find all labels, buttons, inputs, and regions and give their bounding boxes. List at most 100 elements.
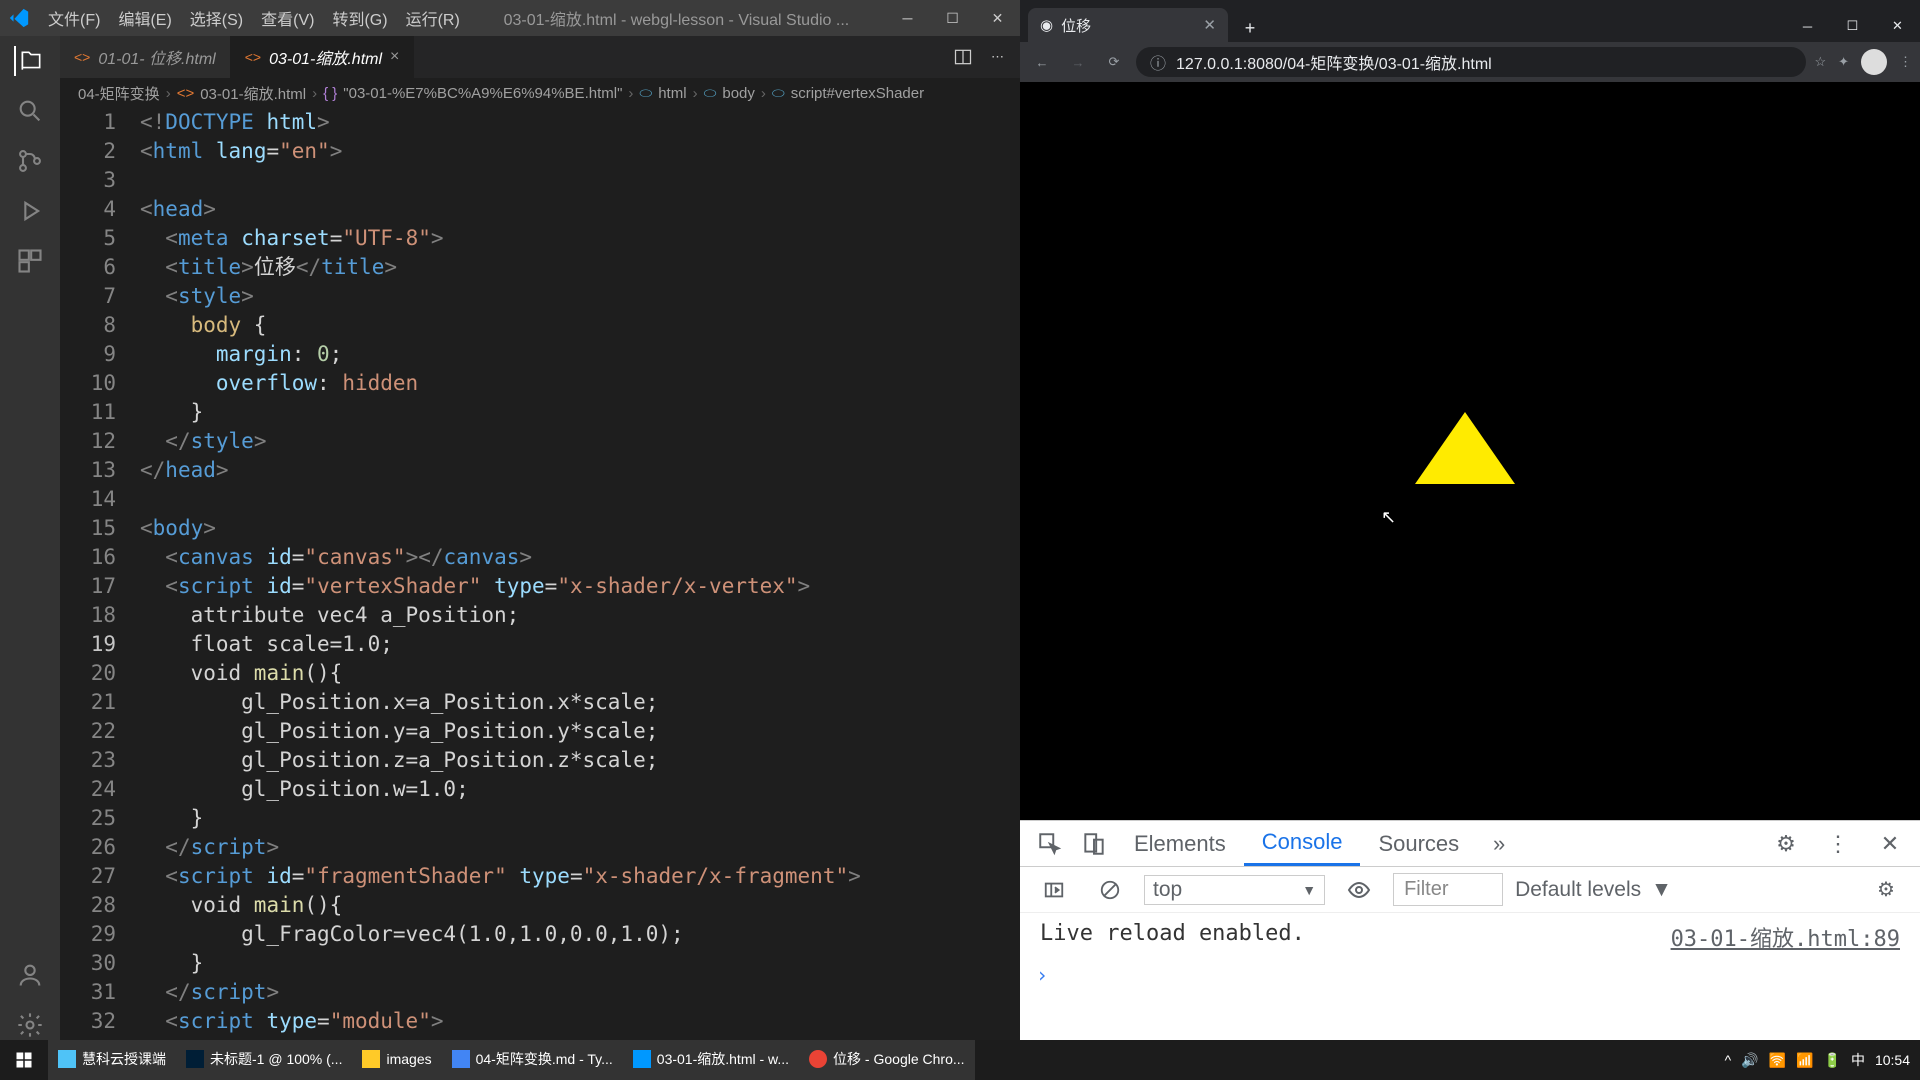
system-tray[interactable]: ^ 🔊 🛜 📶 🔋 中 10:54: [1725, 1050, 1920, 1070]
log-source-link[interactable]: 03-01-缩放.html:89: [1671, 921, 1900, 953]
settings-icon[interactable]: [15, 1010, 45, 1040]
source-control-icon[interactable]: [15, 146, 45, 176]
breadcrumb[interactable]: 04-矩阵变换› <>03-01-缩放.html› { }"03-01-%E7%…: [60, 78, 1020, 108]
minimize-button[interactable]: ─: [885, 0, 930, 36]
activity-bar: [0, 36, 60, 1040]
bookmark-icon[interactable]: ☆: [1814, 54, 1826, 70]
debug-icon[interactable]: [15, 196, 45, 226]
url-text: 127.0.0.1:8080/04-矩阵变换/03-01-缩放.html: [1176, 50, 1492, 74]
close-icon[interactable]: ✕: [1868, 822, 1912, 866]
menu-select[interactable]: 选择(S): [182, 2, 251, 34]
sidebar-toggle-icon[interactable]: [1032, 868, 1076, 912]
window-title: 03-01-缩放.html - webgl-lesson - Visual St…: [468, 6, 885, 30]
taskbar-item[interactable]: images: [352, 1040, 441, 1080]
close-icon[interactable]: ✕: [1203, 16, 1216, 34]
profile-avatar[interactable]: [1861, 49, 1887, 75]
tag-icon: ⬭: [772, 85, 785, 102]
tab-elements[interactable]: Elements: [1116, 821, 1244, 866]
network-icon[interactable]: 🛜: [1769, 1052, 1786, 1069]
start-button[interactable]: [0, 1040, 48, 1080]
tab-0101[interactable]: <> 01-01- 位移.html: [60, 36, 231, 78]
taskbar-item[interactable]: 慧科云授课端: [48, 1040, 176, 1080]
settings-icon[interactable]: ⚙: [1764, 822, 1808, 866]
chrome-tab-title: 位移: [1061, 15, 1091, 36]
wifi-icon[interactable]: 📶: [1796, 1052, 1813, 1069]
console-prompt[interactable]: ›: [1036, 963, 1900, 987]
clock[interactable]: 10:54: [1875, 1052, 1910, 1068]
html-file-icon: <>: [74, 49, 90, 65]
chrome-tab[interactable]: ◉ 位移 ✕: [1028, 8, 1228, 42]
taskbar-item[interactable]: 03-01-缩放.html - w...: [623, 1040, 799, 1080]
more-tabs-icon[interactable]: »: [1477, 822, 1521, 866]
menu-run[interactable]: 运行(R): [398, 2, 468, 34]
address-bar[interactable]: ⓘ 127.0.0.1:8080/04-矩阵变换/03-01-缩放.html: [1136, 47, 1806, 77]
close-icon[interactable]: ×: [390, 48, 399, 66]
brace-icon: { }: [323, 85, 337, 102]
back-button[interactable]: ←: [1028, 48, 1056, 76]
taskbar-label: 未标题-1 @ 100% (...: [210, 1049, 342, 1069]
close-button[interactable]: ✕: [975, 0, 1020, 36]
tab-sources[interactable]: Sources: [1360, 821, 1477, 866]
menu-goto[interactable]: 转到(G): [324, 2, 395, 34]
bc-script[interactable]: script#vertexShader: [791, 85, 924, 102]
context-select[interactable]: top ▼: [1144, 875, 1325, 905]
device-toggle-icon[interactable]: [1072, 822, 1116, 866]
site-info-icon[interactable]: ⓘ: [1150, 50, 1166, 74]
new-tab-button[interactable]: +: [1236, 14, 1264, 42]
taskbar-item[interactable]: 未标题-1 @ 100% (...: [176, 1040, 352, 1080]
ime-indicator[interactable]: 中: [1851, 1050, 1865, 1070]
maximize-button[interactable]: ☐: [1830, 10, 1875, 42]
levels-select[interactable]: Default levels ▼: [1515, 878, 1672, 902]
extensions-icon[interactable]: [15, 246, 45, 276]
console-output[interactable]: Live reload enabled. 03-01-缩放.html:89 ›: [1020, 913, 1920, 1040]
explorer-icon[interactable]: [14, 46, 44, 76]
volume-icon[interactable]: 🔊: [1741, 1052, 1758, 1069]
webgl-triangle: [1415, 412, 1515, 484]
taskbar-label: 03-01-缩放.html - w...: [657, 1049, 789, 1069]
menu-bar: 文件(F) 编辑(E) 选择(S) 查看(V) 转到(G) 运行(R): [40, 2, 468, 34]
kebab-icon[interactable]: ⋮: [1816, 822, 1860, 866]
taskbar-item[interactable]: 位移 - Google Chro...: [799, 1040, 975, 1080]
taskbar-label: 04-矩阵变换.md - Ty...: [476, 1049, 613, 1069]
bc-html[interactable]: html: [658, 85, 686, 102]
code-text[interactable]: <!DOCTYPE html> <html lang="en"> <head> …: [140, 108, 1020, 1040]
bc-hash[interactable]: "03-01-%E7%BC%A9%E6%94%BE.html": [343, 85, 622, 102]
search-icon[interactable]: [15, 96, 45, 126]
bc-body[interactable]: body: [722, 85, 755, 102]
eye-icon[interactable]: [1337, 868, 1381, 912]
chrome-toolbar: ← → ⟳ ⓘ 127.0.0.1:8080/04-矩阵变换/03-01-缩放.…: [1020, 42, 1920, 82]
minimize-button[interactable]: ─: [1785, 10, 1830, 42]
forward-button[interactable]: →: [1064, 48, 1092, 76]
bc-folder[interactable]: 04-矩阵变换: [78, 83, 160, 104]
inspect-icon[interactable]: [1028, 822, 1072, 866]
taskbar-label: 位移 - Google Chro...: [833, 1049, 965, 1069]
filter-input[interactable]: Filter: [1393, 873, 1503, 906]
levels-label: Default levels: [1515, 878, 1641, 902]
console-settings-icon[interactable]: ⚙: [1864, 868, 1908, 912]
bc-file[interactable]: 03-01-缩放.html: [200, 83, 306, 104]
tab-0301[interactable]: <> 03-01-缩放.html ×: [231, 36, 415, 78]
more-icon[interactable]: ⋯: [991, 49, 1004, 65]
page-viewport[interactable]: ↖: [1020, 82, 1920, 820]
tag-icon: ⬭: [704, 85, 717, 102]
taskbar-item[interactable]: 04-矩阵变换.md - Ty...: [442, 1040, 623, 1080]
account-icon[interactable]: [15, 960, 45, 990]
tab-console[interactable]: Console: [1244, 821, 1361, 866]
menu-edit[interactable]: 编辑(E): [110, 2, 179, 34]
devtools: Elements Console Sources » ⚙ ⋮ ✕ top ▼ F…: [1020, 820, 1920, 1040]
extensions-icon[interactable]: ✦: [1838, 54, 1849, 70]
maximize-button[interactable]: ☐: [930, 0, 975, 36]
tag-icon: ⬭: [639, 85, 652, 102]
tray-chevron-icon[interactable]: ^: [1725, 1052, 1732, 1068]
line-gutter: 1234567891011121314151617181920212223242…: [60, 108, 140, 1040]
reload-button[interactable]: ⟳: [1100, 48, 1128, 76]
clear-console-icon[interactable]: [1088, 868, 1132, 912]
menu-icon[interactable]: ⋮: [1899, 54, 1912, 70]
menu-file[interactable]: 文件(F): [40, 2, 108, 34]
battery-icon[interactable]: 🔋: [1824, 1052, 1841, 1069]
close-button[interactable]: ✕: [1875, 10, 1920, 42]
chevron-down-icon: ▼: [1302, 882, 1316, 898]
split-editor-icon[interactable]: [953, 47, 973, 67]
code-editor[interactable]: 1234567891011121314151617181920212223242…: [60, 108, 1020, 1040]
menu-view[interactable]: 查看(V): [253, 2, 322, 34]
